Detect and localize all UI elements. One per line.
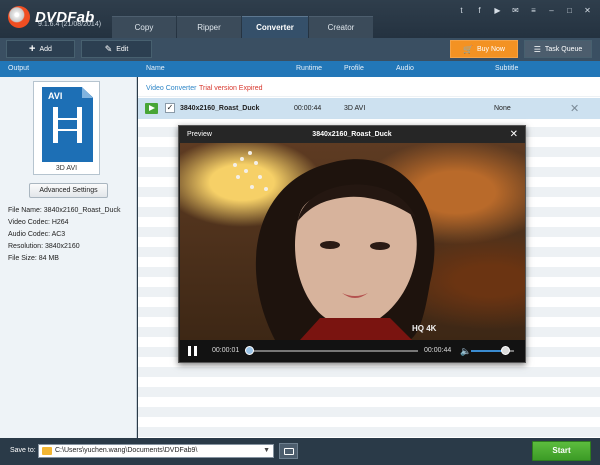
col-runtime[interactable]: Runtime <box>296 65 322 72</box>
video-frame[interactable]: HQ 4K <box>180 143 525 340</box>
film-icon <box>53 107 82 143</box>
close-icon[interactable]: ✕ <box>510 129 518 140</box>
info-resolution: Resolution: 3840x2160 <box>8 243 80 250</box>
title-bar: DVDFab 9.1.6.4 (21/08/2014) Copy Ripper … <box>0 0 600 38</box>
toolbar: + Add ✎ Edit 🛒 Buy Now ☰ Task Queue <box>0 38 600 61</box>
queue-icon: ☰ <box>533 44 541 54</box>
column-header: Output Name Runtime Profile Audio Subtit… <box>0 61 600 77</box>
file-subtitle[interactable]: None <box>494 105 511 112</box>
save-path-dropdown[interactable]: C:\Users\yuchen.wang\Documents\DVDFab9\ … <box>38 444 274 458</box>
minimize-icon[interactable]: – <box>547 6 556 15</box>
dvdfab-disc-icon <box>8 6 30 28</box>
group-name: Video Converter <box>146 85 197 92</box>
video-frame-image: HQ 4K <box>233 151 437 340</box>
file-runtime: 00:00:44 <box>294 105 322 112</box>
info-file-name: File Name: 3840x2160_Roast_Duck <box>8 207 121 214</box>
save-path-value: C:\Users\yuchen.wang\Documents\DVDFab9\ <box>55 447 198 454</box>
file-profile[interactable]: 3D AVI <box>344 105 365 112</box>
cart-icon: 🛒 <box>463 44 473 54</box>
add-label: Add <box>39 45 52 53</box>
add-button[interactable]: + Add <box>6 40 75 58</box>
group-row: Video Converter Trial version Expired <box>138 80 600 96</box>
edit-icon: ✎ <box>104 43 113 54</box>
svg-text:HQ 4K: HQ 4K <box>412 324 437 333</box>
seek-bar[interactable] <box>246 350 418 352</box>
table-row[interactable]: ✓ 3840x2160_Roast_Duck 00:00:44 3D AVI N… <box>138 98 600 119</box>
task-queue-button[interactable]: ☰ Task Queue <box>524 40 592 58</box>
close-icon[interactable]: ✕ <box>583 6 592 15</box>
format-caption: 3D AVI <box>55 165 78 172</box>
maximize-icon[interactable]: □ <box>565 6 574 15</box>
buy-now-label: Buy Now <box>476 45 505 53</box>
format-badge: AVI <box>48 91 63 101</box>
task-queue-label: Task Queue <box>544 45 583 53</box>
time-total: 00:00:44 <box>424 347 452 354</box>
col-name[interactable]: Name <box>146 65 165 72</box>
top-icons: t f ▶ ✉ ≡ – □ ✕ <box>457 6 592 15</box>
bottom-bar: Save to: C:\Users\yuchen.wang\Documents\… <box>0 438 600 465</box>
preview-file-title: 3840x2160_Roast_Duck <box>312 131 392 138</box>
volume-level <box>471 350 506 352</box>
app-version: 9.1.6.4 (21/08/2014) <box>38 21 102 28</box>
output-pane: AVI 3D AVI Advanced Settings File Name: … <box>0 77 137 438</box>
col-profile[interactable]: Profile <box>344 65 364 72</box>
save-to-label: Save to: <box>10 447 36 454</box>
volume-icon[interactable]: 🔈 <box>460 346 471 357</box>
edit-label: Edit <box>116 45 129 53</box>
output-profile-thumbnail[interactable]: AVI 3D AVI <box>33 81 100 175</box>
preview-titlebar: Preview 3840x2160_Roast_Duck ✕ <box>179 126 525 143</box>
file-fold <box>82 87 93 98</box>
pause-icon[interactable] <box>188 346 197 356</box>
email-icon[interactable]: ✉ <box>511 6 520 15</box>
menu-icon[interactable]: ≡ <box>529 6 538 15</box>
youtube-icon[interactable]: ▶ <box>493 6 502 15</box>
play-button[interactable] <box>145 103 158 114</box>
select-checkbox[interactable]: ✓ <box>165 103 175 113</box>
start-button[interactable]: Start <box>532 441 591 461</box>
browse-folder-button[interactable] <box>279 443 298 459</box>
folder-icon <box>42 447 52 455</box>
info-video-codec: Video Codec: H264 <box>8 219 69 226</box>
tab-copy[interactable]: Copy <box>112 16 176 38</box>
advanced-settings-button[interactable]: Advanced Settings <box>29 183 108 198</box>
player-controls: 00:00:01 00:00:44 🔈 <box>180 340 525 362</box>
tab-ripper[interactable]: Ripper <box>177 16 241 38</box>
seek-handle[interactable] <box>245 346 255 355</box>
plus-icon: + <box>29 43 36 55</box>
twitter-icon[interactable]: t <box>457 6 466 15</box>
file-name: 3840x2160_Roast_Duck <box>180 105 260 112</box>
edit-button[interactable]: ✎ Edit <box>81 40 152 58</box>
info-file-size: File Size: 84 MB <box>8 255 59 262</box>
info-audio-codec: Audio Codec: AC3 <box>8 231 66 238</box>
remove-icon[interactable]: ✕ <box>570 102 579 115</box>
tab-converter[interactable]: Converter <box>242 16 308 38</box>
volume-handle[interactable] <box>501 346 511 355</box>
file-info: File Name: 3840x2160_Roast_Duck Video Co… <box>8 205 120 265</box>
preview-window: Preview 3840x2160_Roast_Duck ✕ HQ 4K 00:… <box>178 125 526 363</box>
main-tabs: Copy Ripper Converter Creator <box>112 16 374 38</box>
time-current: 00:00:01 <box>212 347 240 354</box>
facebook-icon[interactable]: f <box>475 6 484 15</box>
col-audio[interactable]: Audio <box>396 65 414 72</box>
chevron-down-icon[interactable]: ▼ <box>263 445 270 457</box>
trial-status: Trial version Expired <box>199 85 263 92</box>
tab-creator[interactable]: Creator <box>309 16 373 38</box>
col-output: Output <box>8 65 30 72</box>
buy-now-button[interactable]: 🛒 Buy Now <box>450 40 518 58</box>
folder-open-icon <box>284 448 294 455</box>
col-subtitle[interactable]: Subtitle <box>495 65 518 72</box>
